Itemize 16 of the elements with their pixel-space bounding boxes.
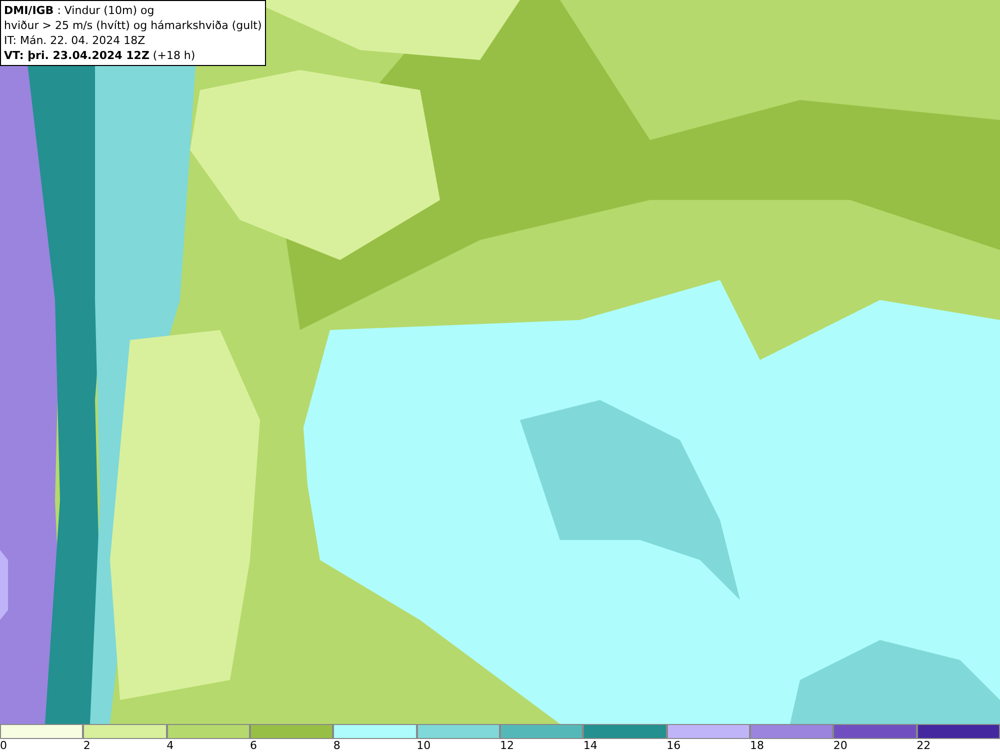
legend-label: 14 — [583, 739, 598, 753]
legend-label: 8 — [333, 739, 340, 753]
title-line: VT: þri. 23.04.2024 12Z (+18 h) — [4, 48, 196, 63]
legend-label: 2 — [83, 739, 90, 753]
legend-label: 4 — [166, 739, 174, 753]
legend-label: 16 — [666, 739, 681, 753]
legend-label: 6 — [250, 739, 257, 753]
title-line: IT: Mán. 22. 04. 2024 18Z — [4, 33, 146, 48]
title-line: DMI/IGB : Vindur (10m) og — [4, 3, 156, 18]
legend-label: 20 — [833, 739, 848, 753]
legend-label: 12 — [500, 739, 514, 753]
legend-label: 0 — [0, 739, 7, 753]
legend-label: 22 — [916, 739, 931, 753]
legend-label: 10 — [416, 739, 431, 753]
legend-label: 18 — [750, 739, 764, 753]
title-line: hviður > 25 m/s (hvítt) og hámarkshviða (gult) — [4, 18, 262, 33]
